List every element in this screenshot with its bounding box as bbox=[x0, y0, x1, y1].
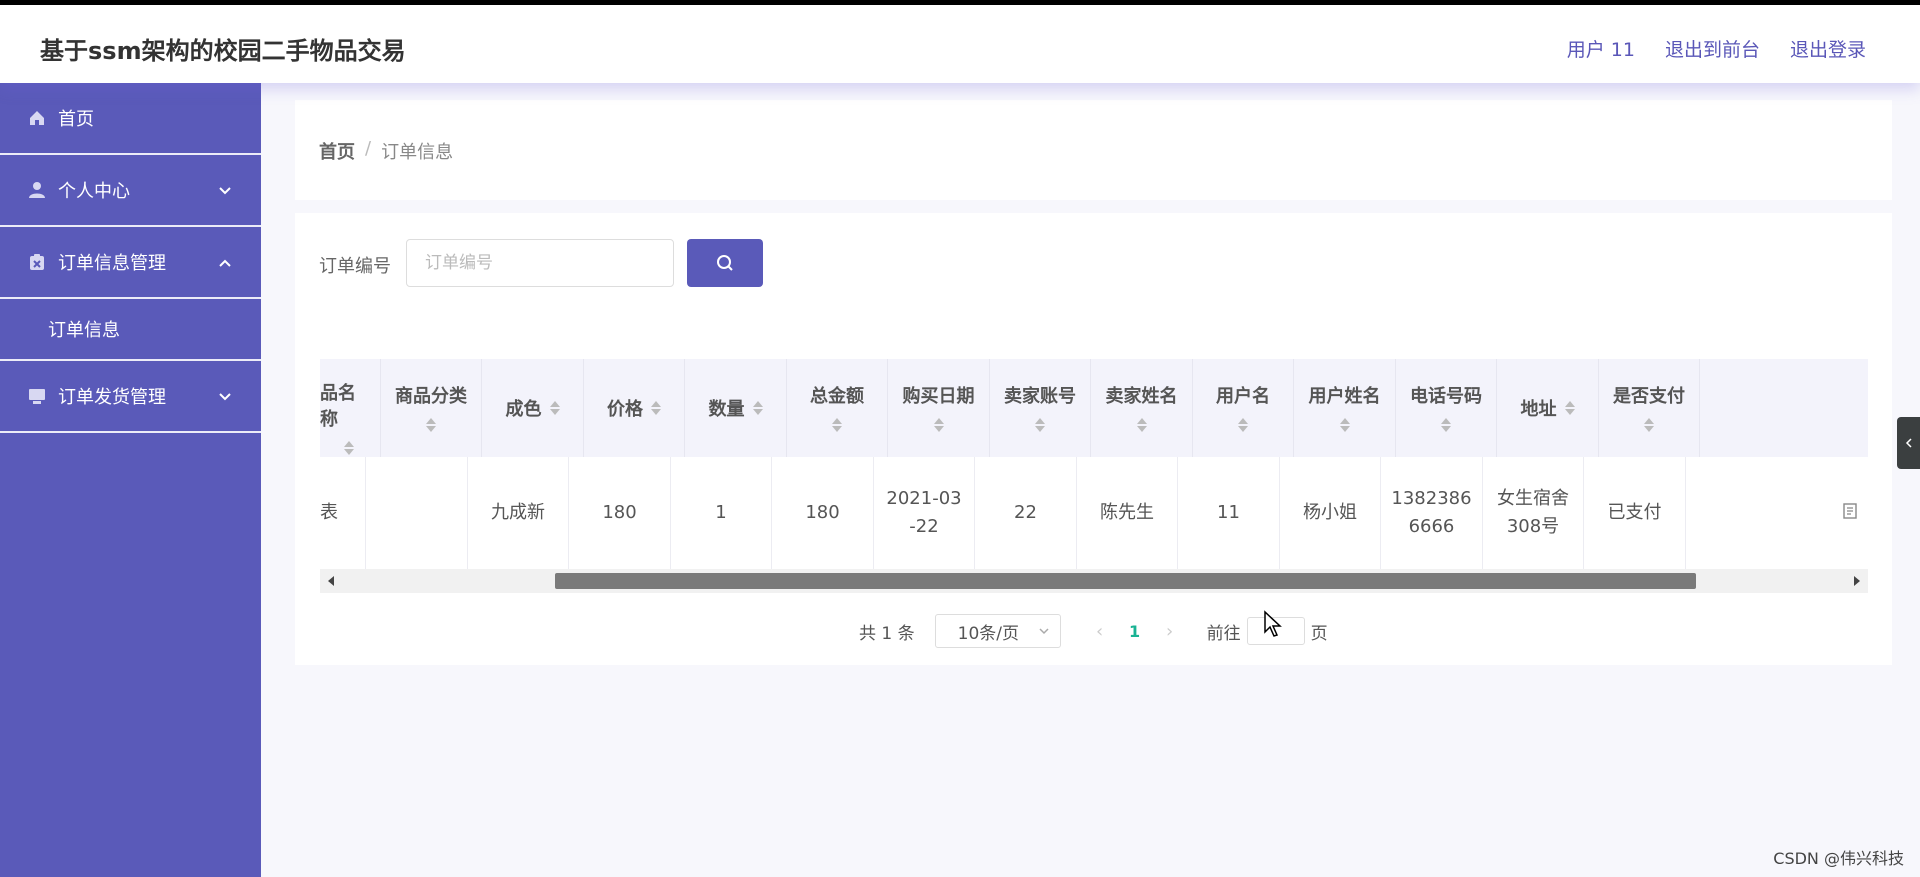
breadcrumb: 首页 / 订单信息 bbox=[319, 138, 453, 164]
horizontal-scrollbar[interactable] bbox=[320, 569, 1868, 593]
scrollbar-thumb[interactable] bbox=[555, 573, 1696, 589]
top-header: 基于ssm架构的校园二手物品交易 用户 11 退出到前台 退出登录 bbox=[0, 5, 1920, 83]
sort-icon bbox=[1339, 416, 1350, 434]
column-header-purchase-date[interactable]: 购买日期 bbox=[888, 359, 990, 457]
detail-icon[interactable] bbox=[1842, 503, 1858, 519]
sort-icon bbox=[752, 399, 763, 417]
sort-icon bbox=[1238, 416, 1248, 434]
sort-icon bbox=[1035, 416, 1045, 434]
cell-condition: 九成新 bbox=[468, 457, 569, 569]
cell-phone: 1382386 6666 bbox=[1381, 457, 1483, 569]
sort-icon bbox=[651, 399, 661, 417]
exit-to-front-link[interactable]: 退出到前台 bbox=[1665, 35, 1760, 62]
breadcrumb-separator: / bbox=[365, 138, 372, 159]
column-header-paid[interactable]: 是否支付 bbox=[1599, 359, 1700, 457]
page-number[interactable]: 1 bbox=[1111, 622, 1159, 641]
cell-total: 180 bbox=[772, 457, 874, 569]
sort-icon bbox=[1136, 416, 1147, 434]
chevron-down-icon bbox=[219, 393, 231, 401]
order-table: 品名称 商品分类 成色 价格 数量 总金额 购买日期 卖家账号 卖家姓名 用户名… bbox=[320, 359, 1868, 595]
next-page-icon[interactable]: › bbox=[1159, 621, 1181, 642]
current-user-label[interactable]: 用户 11 bbox=[1567, 35, 1635, 62]
sidebar: 首页 个人中心 订单信息管理 订单信息 订单发货管理 bbox=[0, 83, 261, 877]
sort-icon bbox=[549, 399, 560, 417]
watermark: CSDN @伟兴科技 bbox=[1773, 849, 1904, 868]
cell-product-name: 表 bbox=[320, 457, 366, 569]
home-icon bbox=[30, 111, 44, 125]
prev-page-icon[interactable]: ‹ bbox=[1089, 621, 1111, 642]
column-header-seller-name[interactable]: 卖家姓名 bbox=[1091, 359, 1193, 457]
column-header-user-real-name[interactable]: 用户姓名 bbox=[1294, 359, 1396, 457]
sidebar-item-home[interactable]: 首页 bbox=[0, 83, 261, 155]
app-window: 基于ssm架构的校园二手物品交易 用户 11 退出到前台 退出登录 首页 个人中… bbox=[0, 5, 1920, 877]
chevron-down-icon bbox=[1039, 628, 1049, 635]
table-header: 品名称 商品分类 成色 价格 数量 总金额 购买日期 卖家账号 卖家姓名 用户名… bbox=[320, 359, 1868, 457]
header-actions: 用户 11 退出到前台 退出登录 bbox=[1567, 35, 1866, 62]
table-row: 表 九成新 180 1 180 2021-03 -22 22 陈先生 11 杨小… bbox=[320, 457, 1868, 569]
cell-username: 11 bbox=[1178, 457, 1280, 569]
column-header-category[interactable]: 商品分类 bbox=[381, 359, 482, 457]
cell-quantity: 1 bbox=[671, 457, 772, 569]
scroll-left-arrow-icon[interactable] bbox=[328, 576, 334, 586]
cell-address: 女生宿舍 308号 bbox=[1483, 457, 1584, 569]
column-header-condition[interactable]: 成色 bbox=[482, 359, 584, 457]
cell-price: 180 bbox=[569, 457, 671, 569]
sidebar-item-shipping-management[interactable]: 订单发货管理 bbox=[0, 361, 261, 433]
pagination: 共 1 条 10条/页 ‹ 1 › 前往 页 bbox=[859, 614, 1328, 648]
column-header-seller-account[interactable]: 卖家账号 bbox=[990, 359, 1091, 457]
sidebar-subitem-order-info[interactable]: 订单信息 bbox=[0, 299, 261, 361]
sort-icon bbox=[1564, 399, 1575, 417]
logout-link[interactable]: 退出登录 bbox=[1790, 35, 1866, 62]
search-label: 订单编号 bbox=[319, 256, 391, 277]
sort-icon bbox=[426, 416, 436, 434]
column-header-address[interactable]: 地址 bbox=[1497, 359, 1599, 457]
site-title: 基于ssm架构的校园二手物品交易 bbox=[40, 37, 406, 65]
sidebar-item-order-management[interactable]: 订单信息管理 bbox=[0, 227, 261, 299]
goto-label: 前往 bbox=[1206, 623, 1241, 644]
chevron-down-icon bbox=[219, 187, 231, 195]
column-header-quantity[interactable]: 数量 bbox=[685, 359, 787, 457]
sort-icon bbox=[832, 416, 842, 434]
cell-seller-name: 陈先生 bbox=[1077, 457, 1178, 569]
order-number-search-input[interactable] bbox=[406, 239, 674, 287]
sidebar-item-label: 首页 bbox=[58, 109, 94, 130]
side-collapse-tab[interactable] bbox=[1897, 417, 1920, 469]
page-size-select[interactable]: 10条/页 bbox=[934, 614, 1061, 648]
breadcrumb-home[interactable]: 首页 bbox=[319, 138, 355, 164]
cell-category bbox=[366, 457, 468, 569]
search-icon bbox=[717, 255, 733, 271]
chevron-up-icon bbox=[219, 259, 231, 267]
user-icon bbox=[29, 182, 45, 198]
page-suffix-label: 页 bbox=[1310, 623, 1328, 644]
cell-user-real-name: 杨小姐 bbox=[1280, 457, 1381, 569]
sidebar-item-label: 订单信息管理 bbox=[58, 253, 166, 274]
cell-seller-account: 22 bbox=[975, 457, 1077, 569]
mouse-pointer-icon bbox=[1264, 610, 1282, 637]
sort-icon bbox=[344, 439, 354, 457]
search-button[interactable] bbox=[687, 239, 763, 287]
order-list-card: 订单编号 品名称 商品分类 成色 价格 数量 bbox=[295, 213, 1892, 665]
pagination-total: 共 1 条 bbox=[859, 623, 915, 644]
breadcrumb-card: 首页 / 订单信息 bbox=[295, 100, 1892, 200]
sort-icon bbox=[1644, 416, 1654, 434]
sidebar-item-label: 个人中心 bbox=[58, 181, 130, 202]
scroll-right-arrow-icon[interactable] bbox=[1854, 576, 1860, 586]
column-header-product-name[interactable]: 品名称 bbox=[320, 359, 381, 457]
sort-icon bbox=[933, 416, 944, 434]
sidebar-item-personal-center[interactable]: 个人中心 bbox=[0, 155, 261, 227]
clipboard-icon bbox=[30, 254, 44, 270]
chevron-left-icon bbox=[1905, 438, 1912, 448]
column-header-username[interactable]: 用户名 bbox=[1193, 359, 1294, 457]
monitor-icon bbox=[29, 389, 45, 404]
column-header-total[interactable]: 总金额 bbox=[787, 359, 888, 457]
cell-purchase-date: 2021-03 -22 bbox=[874, 457, 975, 569]
column-header-phone[interactable]: 电话号码 bbox=[1396, 359, 1497, 457]
cell-paid: 已支付 bbox=[1584, 457, 1686, 569]
breadcrumb-current: 订单信息 bbox=[381, 142, 454, 163]
sidebar-item-label: 订单发货管理 bbox=[58, 387, 166, 408]
column-header-price[interactable]: 价格 bbox=[584, 359, 685, 457]
sort-icon bbox=[1441, 416, 1451, 434]
